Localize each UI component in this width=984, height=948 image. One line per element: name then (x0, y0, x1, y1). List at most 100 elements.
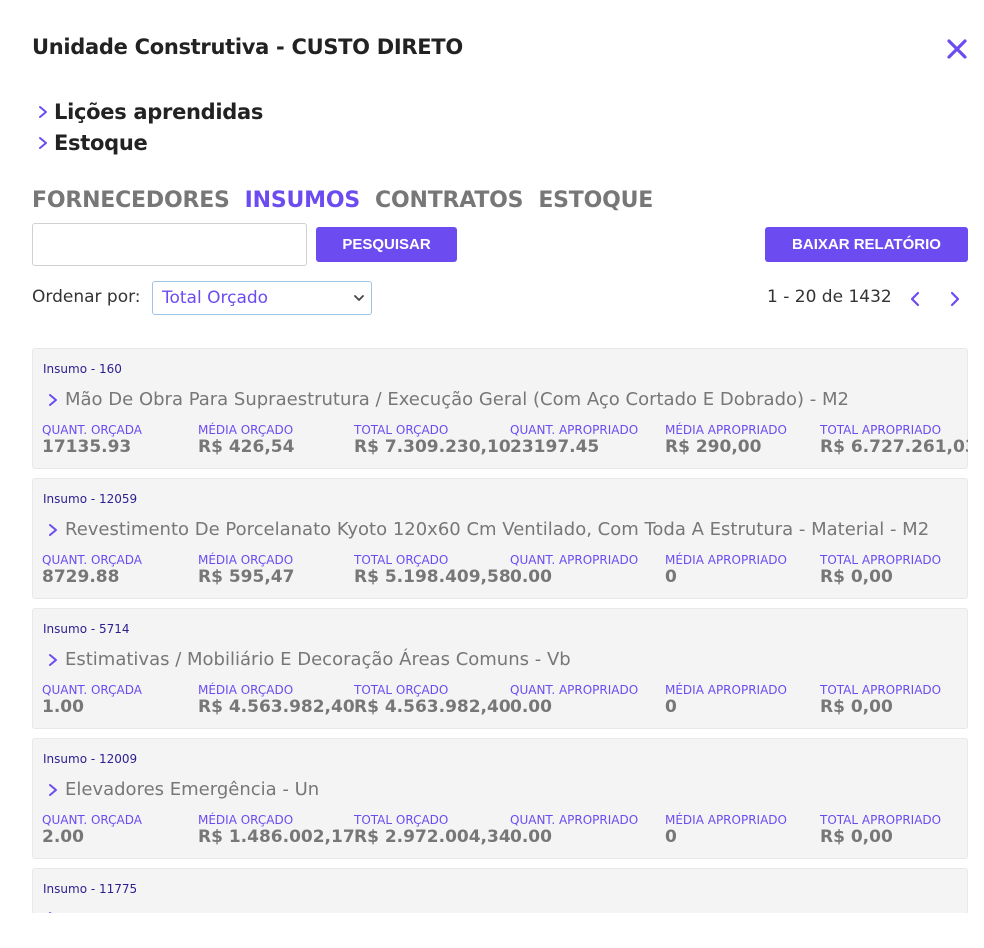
chevron-right-icon[interactable] (946, 288, 964, 310)
insumo-card[interactable]: Insumo - 160 Mão De Obra Para Supraestru… (32, 348, 968, 469)
metric-total-apropriado: TOTAL APROPRIADO R$ 0,00 (820, 813, 968, 847)
modal-title: Unidade Construtiva - CUSTO DIRETO (32, 35, 463, 59)
metric-media-apropriado: MÉDIA APROPRIADO 0 (665, 683, 815, 717)
metric-value: 0.00 (510, 697, 552, 717)
metric-value: R$ 4.563.982,40 (198, 697, 355, 717)
metric-value: R$ 1.486.002,17 (198, 827, 355, 847)
pagination-range: 1 - 20 de 1432 (767, 287, 892, 307)
metric-value: 0.00 (510, 567, 552, 587)
metric-value: R$ 6.727.261,03 (820, 437, 968, 457)
chevron-right-icon (49, 523, 57, 536)
metric-label: MÉDIA ORÇADO (198, 813, 294, 827)
metric-label: QUANT. ORÇADA (42, 683, 142, 697)
metric-value: 17135.93 (42, 437, 132, 457)
chevron-left-icon[interactable] (906, 288, 924, 310)
insumo-card[interactable]: Insumo - 12059 Revestimento De Porcelana… (32, 478, 968, 599)
metric-value: 2.00 (42, 827, 84, 847)
metric-total-orcado: TOTAL ORÇADO R$ 4.563.982,40 (354, 683, 511, 717)
insumo-name[interactable]: Estimativas / Mobiliário E Decoração Áre… (47, 649, 571, 670)
insumo-code: Insumo - 12059 (43, 492, 138, 506)
metric-value: 0 (665, 697, 677, 717)
metric-value: R$ 595,47 (198, 567, 295, 587)
metric-total-apropriado: TOTAL APROPRIADO R$ 6.727.261,03 (820, 423, 968, 457)
metric-media-orcado: MÉDIA ORÇADO R$ 4.563.982,40 (198, 683, 355, 717)
metric-label: MÉDIA ORÇADO (198, 683, 294, 697)
section-label: Lições aprendidas (54, 100, 264, 124)
metric-media-orcado: MÉDIA ORÇADO R$ 1.486.002,17 (198, 813, 355, 847)
chevron-right-icon (39, 106, 47, 118)
tab-contratos[interactable]: CONTRATOS (375, 188, 523, 213)
tab-fornecedores[interactable]: FORNECEDORES (32, 188, 230, 213)
metric-label: QUANT. APROPRIADO (510, 553, 639, 567)
download-report-button[interactable]: BAIXAR RELATÓRIO (765, 227, 968, 262)
metric-quant-apropriado: QUANT. APROPRIADO 0.00 (510, 683, 660, 717)
metric-label: TOTAL APROPRIADO (820, 423, 942, 437)
metric-value: R$ 426,54 (198, 437, 295, 457)
metric-value: 0 (665, 827, 677, 847)
metric-total-apropriado: TOTAL APROPRIADO R$ 0,00 (820, 553, 968, 587)
metric-label: QUANT. ORÇADA (42, 813, 142, 827)
chevron-right-icon (49, 653, 57, 666)
metric-label: TOTAL ORÇADO (354, 683, 449, 697)
sort-selected-value: Total Orçado (162, 288, 269, 308)
section-licoes-aprendidas[interactable]: Lições aprendidas (36, 100, 263, 124)
metric-value: R$ 5.198.409,58 (354, 567, 511, 587)
metric-value: R$ 0,00 (820, 567, 893, 587)
close-icon[interactable] (944, 36, 970, 62)
metric-value: 1.00 (42, 697, 84, 717)
metric-media-apropriado: MÉDIA APROPRIADO R$ 290,00 (665, 423, 815, 457)
search-input[interactable] (32, 223, 307, 266)
sort-select[interactable]: Total Orçado (152, 281, 372, 315)
metric-value: R$ 4.563.982,40 (354, 697, 511, 717)
metric-label: QUANT. ORÇADA (42, 423, 142, 437)
insumo-card[interactable]: Insumo - 5714 Estimativas / Mobiliário E… (32, 608, 968, 729)
metric-quant-orcada: QUANT. ORÇADA 2.00 (42, 813, 192, 847)
metric-label: MÉDIA APROPRIADO (665, 813, 787, 827)
metric-total-orcado: TOTAL ORÇADO R$ 5.198.409,58 (354, 553, 511, 587)
chevron-down-icon (354, 295, 364, 301)
insumo-name[interactable]: Revestimento De Porcelanato Kyoto 120x60… (47, 519, 929, 540)
metric-value: 23197.45 (510, 437, 600, 457)
insumo-card[interactable]: Insumo - 12009 Elevadores Emergência - U… (32, 738, 968, 859)
metric-label: MÉDIA APROPRIADO (665, 553, 787, 567)
insumo-card[interactable]: Insumo - 11775 (32, 868, 968, 913)
metric-label: MÉDIA APROPRIADO (665, 423, 787, 437)
metric-label: TOTAL APROPRIADO (820, 683, 942, 697)
insumo-code: Insumo - 11775 (43, 882, 138, 896)
tab-bar: FORNECEDORES INSUMOS CONTRATOS ESTOQUE (32, 188, 653, 213)
tab-insumos[interactable]: INSUMOS (245, 188, 361, 213)
insumo-name-text: Estimativas / Mobiliário E Decoração Áre… (65, 649, 571, 670)
search-button[interactable]: PESQUISAR (316, 227, 457, 262)
metric-value: R$ 7.309.230,10 (354, 437, 511, 457)
metric-quant-apropriado: QUANT. APROPRIADO 0.00 (510, 813, 660, 847)
insumo-list: Insumo - 160 Mão De Obra Para Supraestru… (32, 348, 968, 913)
metric-media-orcado: MÉDIA ORÇADO R$ 595,47 (198, 553, 348, 587)
metric-label: MÉDIA ORÇADO (198, 553, 294, 567)
metric-label: TOTAL APROPRIADO (820, 553, 942, 567)
metric-quant-orcada: QUANT. ORÇADA 8729.88 (42, 553, 192, 587)
modal: Unidade Construtiva - CUSTO DIRETO Liçõe… (0, 0, 984, 948)
metric-value: R$ 0,00 (820, 827, 893, 847)
tab-estoque[interactable]: ESTOQUE (538, 188, 653, 213)
metric-quant-apropriado: QUANT. APROPRIADO 23197.45 (510, 423, 660, 457)
insumo-name-text: Elevadores Emergência - Un (65, 779, 320, 800)
metric-quant-orcada: QUANT. ORÇADA 1.00 (42, 683, 192, 717)
insumo-name[interactable]: Mão De Obra Para Supraestrutura / Execuç… (47, 389, 849, 410)
metric-label: QUANT. ORÇADA (42, 553, 142, 567)
metric-label: QUANT. APROPRIADO (510, 683, 639, 697)
metric-value: 8729.88 (42, 567, 120, 587)
metric-label: QUANT. APROPRIADO (510, 813, 639, 827)
metric-media-apropriado: MÉDIA APROPRIADO 0 (665, 553, 815, 587)
metric-total-orcado: TOTAL ORÇADO R$ 2.972.004,34 (354, 813, 511, 847)
metric-quant-orcada: QUANT. ORÇADA 17135.93 (42, 423, 192, 457)
insumo-name[interactable]: Elevadores Emergência - Un (47, 779, 319, 800)
insumo-code: Insumo - 5714 (43, 622, 130, 636)
insumo-name[interactable] (47, 909, 65, 913)
metric-media-apropriado: MÉDIA APROPRIADO 0 (665, 813, 815, 847)
metric-label: TOTAL APROPRIADO (820, 813, 942, 827)
insumo-code: Insumo - 160 (43, 362, 122, 376)
section-estoque[interactable]: Estoque (36, 131, 148, 155)
metric-label: TOTAL ORÇADO (354, 813, 449, 827)
insumo-name-text: Mão De Obra Para Supraestrutura / Execuç… (65, 389, 849, 410)
chevron-right-icon (49, 393, 57, 406)
